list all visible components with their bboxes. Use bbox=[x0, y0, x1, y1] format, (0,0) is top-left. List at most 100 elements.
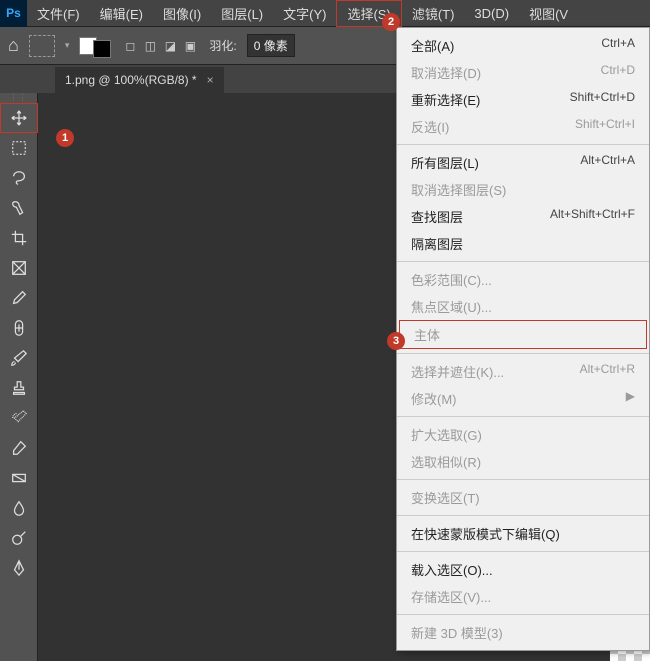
tool-history-brush[interactable] bbox=[0, 403, 38, 433]
annotation-badge-1: 1 bbox=[56, 129, 74, 147]
menu-entry-label: 修改(M) bbox=[411, 389, 457, 408]
menu-entry-12: 主体 bbox=[399, 320, 647, 349]
app-logo: Ps bbox=[0, 0, 27, 27]
menu-entry-shortcut: Alt+Ctrl+R bbox=[580, 362, 635, 381]
menu-entry-shortcut: Ctrl+D bbox=[601, 63, 635, 82]
menu-entry-shortcut: Alt+Shift+Ctrl+F bbox=[550, 207, 635, 226]
feather-value[interactable]: 0 像素 bbox=[247, 34, 295, 57]
menu-entry-7[interactable]: 查找图层 Alt+Shift+Ctrl+F bbox=[397, 203, 649, 230]
menu-entry-label: 主体 bbox=[414, 325, 440, 344]
menu-entry-label: 全部(A) bbox=[411, 36, 454, 55]
menu-entry-label: 焦点区域(U)... bbox=[411, 297, 492, 316]
menu-item-8[interactable]: 视图(V bbox=[519, 0, 578, 27]
menu-item-3[interactable]: 图层(L) bbox=[211, 0, 273, 27]
toolbar-grip[interactable]: ⋮⋮ bbox=[0, 93, 37, 103]
menu-entry-label: 取消选择(D) bbox=[411, 63, 481, 82]
menu-entry-11: 焦点区域(U)... bbox=[397, 293, 649, 320]
menu-entry-label: 选取相似(R) bbox=[411, 452, 481, 471]
selection-mode-icons: ◻ ◫ ◪ ▣ bbox=[121, 37, 199, 55]
menu-entry-5[interactable]: 所有图层(L) Alt+Ctrl+A bbox=[397, 149, 649, 176]
tool-move[interactable] bbox=[0, 103, 38, 133]
subtract-selection-icon[interactable]: ◪ bbox=[161, 37, 179, 55]
menu-entry-label: 隔离图层 bbox=[411, 234, 463, 253]
menu-entry-18: 选取相似(R) bbox=[397, 448, 649, 475]
menu-entry-label: 变换选区(T) bbox=[411, 488, 480, 507]
menu-entry-label: 载入选区(O)... bbox=[411, 560, 493, 579]
new-selection-icon[interactable]: ◻ bbox=[121, 37, 139, 55]
menu-separator bbox=[397, 614, 649, 615]
swatch-pair[interactable] bbox=[79, 34, 111, 58]
menu-entry-22[interactable]: 在快速蒙版模式下编辑(Q) bbox=[397, 520, 649, 547]
add-selection-icon[interactable]: ◫ bbox=[141, 37, 159, 55]
tool-blur[interactable] bbox=[0, 493, 38, 523]
menu-entry-14: 选择并遮住(K)... Alt+Ctrl+R bbox=[397, 358, 649, 385]
menu-entry-shortcut: Shift+Ctrl+I bbox=[575, 117, 635, 136]
tool-brush[interactable] bbox=[0, 343, 38, 373]
tool-stamp[interactable] bbox=[0, 373, 38, 403]
menu-entry-label: 重新选择(E) bbox=[411, 90, 480, 109]
tools-panel: ⋮⋮ bbox=[0, 93, 38, 661]
tool-eyedropper[interactable] bbox=[0, 283, 38, 313]
select-menu-dropdown: 全部(A) Ctrl+A 取消选择(D) Ctrl+D 重新选择(E) Shift+Ctr… bbox=[396, 27, 650, 651]
document-tab[interactable]: 1.png @ 100%(RGB/8) * × bbox=[55, 67, 224, 93]
menu-entry-label: 取消选择图层(S) bbox=[411, 180, 506, 199]
feather-label: 羽化: bbox=[209, 37, 236, 54]
tool-frame[interactable] bbox=[0, 253, 38, 283]
tool-eraser[interactable] bbox=[0, 433, 38, 463]
tool-preset[interactable] bbox=[29, 35, 55, 57]
chevron-down-icon[interactable]: ▾ bbox=[65, 40, 70, 51]
annotation-badge-2: 2 bbox=[382, 13, 400, 31]
menu-entry-label: 查找图层 bbox=[411, 207, 463, 226]
menu-entry-label: 在快速蒙版模式下编辑(Q) bbox=[411, 524, 560, 543]
menu-entry-1: 取消选择(D) Ctrl+D bbox=[397, 59, 649, 86]
tool-crop[interactable] bbox=[0, 223, 38, 253]
menu-entry-shortcut: Alt+Ctrl+A bbox=[580, 153, 635, 172]
menu-separator bbox=[397, 353, 649, 354]
tool-dodge[interactable] bbox=[0, 523, 38, 553]
menu-entry-label: 选择并遮住(K)... bbox=[411, 362, 504, 381]
menu-item-2[interactable]: 图像(I) bbox=[153, 0, 211, 27]
menu-entry-24[interactable]: 载入选区(O)... bbox=[397, 556, 649, 583]
tool-pen[interactable] bbox=[0, 553, 38, 583]
menu-entry-20: 变换选区(T) bbox=[397, 484, 649, 511]
tool-lasso[interactable] bbox=[0, 163, 38, 193]
menu-entry-0[interactable]: 全部(A) Ctrl+A bbox=[397, 32, 649, 59]
menu-separator bbox=[397, 551, 649, 552]
menu-separator bbox=[397, 479, 649, 480]
document-tab-title: 1.png @ 100%(RGB/8) * bbox=[65, 73, 197, 87]
menu-item-4[interactable]: 文字(Y) bbox=[273, 0, 336, 27]
menu-entry-2[interactable]: 重新选择(E) Shift+Ctrl+D bbox=[397, 86, 649, 113]
tool-marquee[interactable] bbox=[0, 133, 38, 163]
submenu-arrow-icon: ▶ bbox=[626, 389, 635, 408]
close-icon[interactable]: × bbox=[207, 73, 214, 87]
menu-entry-15: 修改(M) ▶ bbox=[397, 385, 649, 412]
annotation-badge-3: 3 bbox=[387, 332, 405, 350]
menu-separator bbox=[397, 144, 649, 145]
menu-item-1[interactable]: 编辑(E) bbox=[90, 0, 153, 27]
menu-item-0[interactable]: 文件(F) bbox=[27, 0, 90, 27]
menu-entry-label: 存储选区(V)... bbox=[411, 587, 491, 606]
home-icon[interactable]: ⌂ bbox=[8, 35, 19, 56]
menu-item-7[interactable]: 3D(D) bbox=[464, 0, 519, 27]
menu-entry-label: 扩大选取(G) bbox=[411, 425, 482, 444]
menu-separator bbox=[397, 416, 649, 417]
menu-entry-10: 色彩范围(C)... bbox=[397, 266, 649, 293]
menu-entry-6: 取消选择图层(S) bbox=[397, 176, 649, 203]
menu-entry-label: 所有图层(L) bbox=[411, 153, 479, 172]
menu-bar: Ps 文件(F)编辑(E)图像(I)图层(L)文字(Y)选择(S)滤镜(T)3D… bbox=[0, 0, 650, 27]
menu-item-6[interactable]: 滤镜(T) bbox=[402, 0, 465, 27]
tool-quick-select[interactable] bbox=[0, 193, 38, 223]
menu-separator bbox=[397, 261, 649, 262]
menu-entry-label: 新建 3D 模型(3) bbox=[411, 623, 503, 642]
menu-entry-17: 扩大选取(G) bbox=[397, 421, 649, 448]
menu-entry-label: 色彩范围(C)... bbox=[411, 270, 492, 289]
menu-entry-3: 反选(I)Shift+Ctrl+I bbox=[397, 113, 649, 140]
menu-entry-8[interactable]: 隔离图层 bbox=[397, 230, 649, 257]
menu-entry-shortcut: Ctrl+A bbox=[601, 36, 635, 55]
tool-healing[interactable] bbox=[0, 313, 38, 343]
menu-entry-shortcut: Shift+Ctrl+D bbox=[570, 90, 635, 109]
menu-entry-27: 新建 3D 模型(3) bbox=[397, 619, 649, 646]
background-swatch[interactable] bbox=[93, 40, 111, 58]
tool-gradient[interactable] bbox=[0, 463, 38, 493]
intersect-selection-icon[interactable]: ▣ bbox=[181, 37, 199, 55]
